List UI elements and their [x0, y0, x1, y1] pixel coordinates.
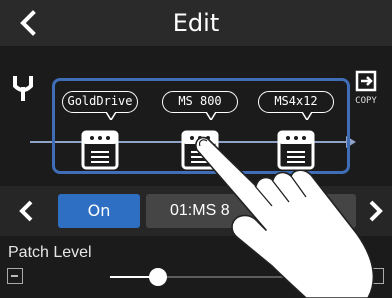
pedal-icon	[81, 130, 119, 170]
pedal-icon	[181, 130, 219, 170]
effect-slot-golddrive[interactable]: GoldDrive	[62, 82, 138, 178]
effect-slot-field[interactable]: 01:MS 8	[146, 194, 356, 228]
input-jack-icon	[13, 76, 33, 101]
page-title: Edit	[172, 9, 220, 37]
pedal-icon	[277, 130, 315, 170]
effect-name: GoldDrive	[62, 91, 138, 113]
effect-nav-row: On 01:MS 8	[0, 186, 392, 236]
copy-button[interactable]: COPY	[348, 70, 384, 114]
effect-on-button[interactable]: On	[58, 194, 140, 228]
effect-name: MS4x12	[258, 91, 334, 113]
patch-level-slider[interactable]	[110, 268, 350, 286]
copy-label: COPY	[355, 96, 377, 106]
slider-thumb[interactable]	[149, 268, 167, 286]
next-chevron-icon[interactable]	[362, 196, 388, 226]
bubble-tail	[302, 112, 312, 120]
plus-icon[interactable]	[368, 268, 384, 284]
effect-slot-ms800[interactable]: MS 800	[162, 82, 238, 178]
effect-name: MS 800	[162, 91, 238, 113]
copy-icon	[355, 70, 377, 92]
prev-chevron-icon[interactable]	[14, 196, 40, 226]
patch-level-row: Patch Level	[0, 236, 392, 298]
param-label: Patch Level	[8, 244, 92, 261]
bubble-tail	[206, 112, 216, 120]
header-bar: Edit	[0, 0, 392, 47]
bubble-tail	[106, 112, 116, 120]
minus-icon[interactable]	[7, 268, 23, 284]
effect-slot-ms4x12[interactable]: MS4x12	[258, 82, 334, 178]
